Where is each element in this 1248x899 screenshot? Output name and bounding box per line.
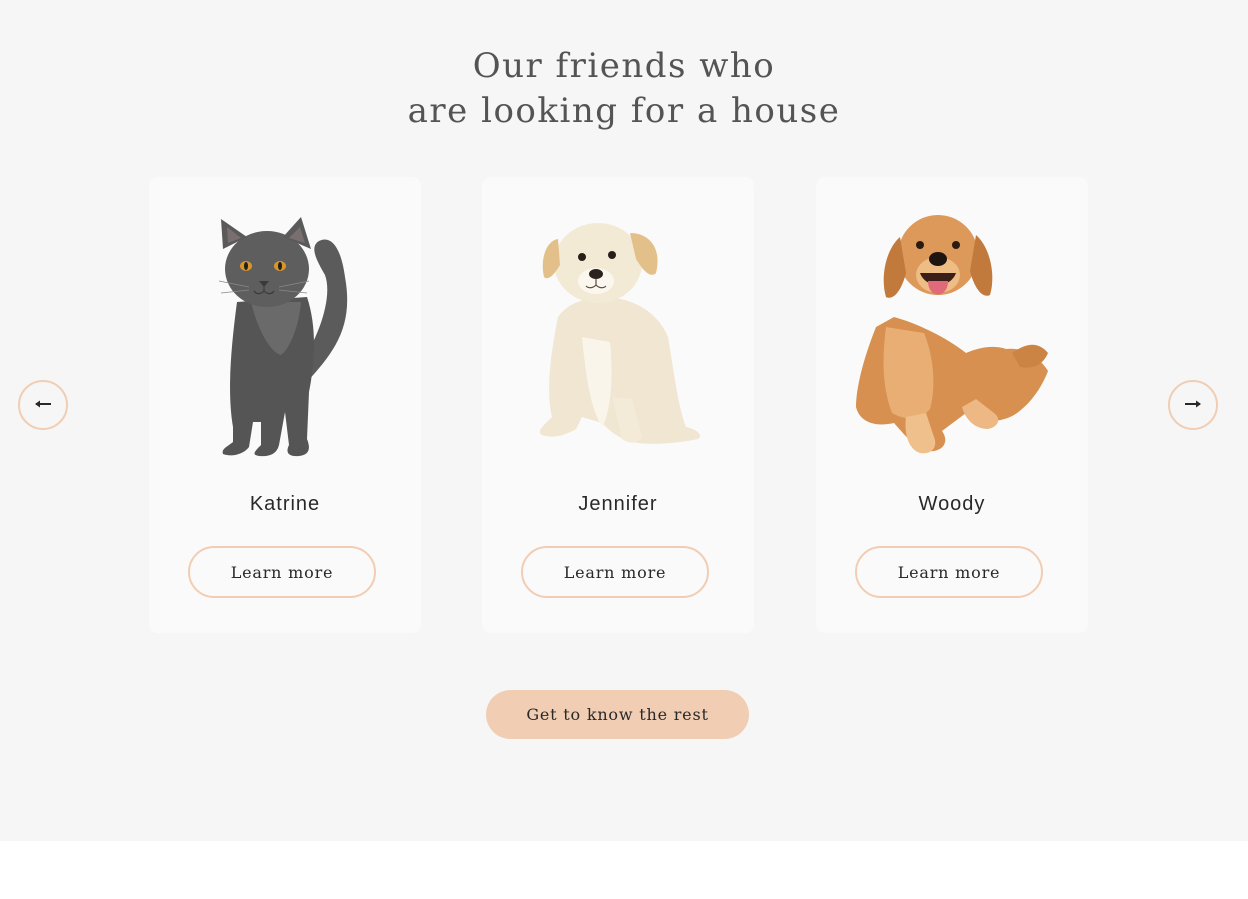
- arrow-left-icon: [34, 396, 52, 414]
- pet-name: Jennifer: [578, 493, 658, 515]
- slider-next-button[interactable]: [1168, 380, 1218, 430]
- learn-more-button[interactable]: Learn more: [521, 546, 709, 598]
- pets-section: Our friends who are looking for a house: [0, 0, 1248, 841]
- section-title: Our friends who are looking for a house: [0, 44, 1248, 134]
- pet-card-woody[interactable]: Woody Learn more: [816, 177, 1088, 633]
- get-to-know-the-rest-button[interactable]: Get to know the rest: [486, 690, 749, 739]
- learn-more-button[interactable]: Learn more: [855, 546, 1043, 598]
- pet-name: Woody: [918, 493, 986, 515]
- section-title-line-1: Our friends who: [472, 46, 776, 86]
- section-title-line-2: are looking for a house: [407, 91, 841, 131]
- pet-photo-cat: [149, 177, 421, 477]
- pet-photo-puppy: [482, 177, 754, 477]
- slider-prev-button[interactable]: [18, 380, 68, 430]
- pet-photo-golden-retriever: [816, 177, 1088, 477]
- pet-card-katrine[interactable]: Katrine Learn more: [149, 177, 421, 633]
- pet-card-jennifer[interactable]: Jennifer Learn more: [482, 177, 754, 633]
- arrow-right-icon: [1184, 396, 1202, 414]
- learn-more-button[interactable]: Learn more: [188, 546, 376, 598]
- pet-name: Katrine: [249, 493, 321, 515]
